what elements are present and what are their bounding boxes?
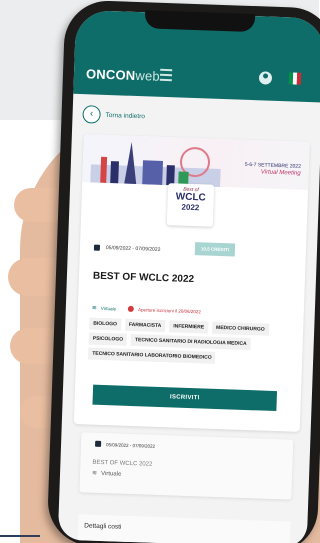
phone-screen: ONCONweb ‹ Torna indietro 5-6-7 SETTEMBR… [57,9,320,543]
back-link[interactable]: ‹ Torna indietro [82,104,145,126]
decorative-line [0,535,40,537]
event-card: 5-6-7 SETTEMBRE 2022 Virtual Meeting Bes… [73,134,310,432]
summary-mode-label: Virtuale [100,470,122,478]
phone-frame: ONCONweb ‹ Torna indietro 5-6-7 SETTEMBR… [46,0,320,543]
profession-tag: TECNICO SANITARIO LABORATORIO BIOMEDICO [88,347,216,364]
profession-tag: TECNICO SANITARIO DI RADIOLOGIA MEDICA [130,333,251,351]
logo-on: ON [115,67,136,83]
summary-title: BEST OF WCLC 2022 [92,459,153,468]
profession-tag: FARMACISTA [124,318,166,333]
calendar-icon [94,440,102,447]
summary-date: 05/09/2022 - 07/09/2022 [94,440,156,449]
phone-notch [144,10,256,33]
banner-virtual: Virtual Meeting [260,169,301,177]
app-logo[interactable]: ONCONweb [86,66,160,84]
costs-label: Dettagli costi [84,522,122,531]
back-label: Torna indietro [105,111,146,120]
event-open-status: Aperture iscrizioni il 20/06/2022 [137,306,201,314]
logo-web: web [135,67,161,84]
event-meta: ≋ Virtuale Aperture iscrizioni il 20/06/… [92,303,292,320]
city-skyline-icon [90,141,221,187]
logo-onc: ONC [85,66,116,83]
event-logo-line3: 2022 [181,202,200,213]
summary-card: 05/09/2022 - 07/09/2022 BEST OF WCLC 202… [79,432,294,500]
costs-section[interactable]: Dettagli costi [77,514,291,543]
banner-dates: 5-6-7 SETTEMBRE 2022 [244,161,302,170]
credits-badge: 10,5 CREDITI [194,242,236,257]
italy-flag-icon[interactable] [288,72,302,85]
profession-tag: MEDICO CHIRURGO [211,321,269,336]
event-date-range: 05/09/2022 - 07/09/2022 [105,245,161,253]
chevron-left-icon: ‹ [82,105,101,124]
event-title: BEST OF WCLC 2022 [92,270,195,286]
profession-tag: BIOLOGO [89,317,122,331]
summary-date-range: 05/09/2022 - 07/09/2022 [106,441,156,449]
calendar-icon [93,244,101,251]
user-icon[interactable] [258,71,273,85]
alert-icon [127,305,135,313]
event-mode: Virtuale [100,305,117,311]
page-content: ‹ Torna indietro 5-6-7 SETTEMBRE 2022 Vi… [58,94,320,543]
summary-mode: ≋ Virtuale [92,470,122,478]
wifi-icon: ≋ [91,470,98,477]
wifi-icon: ≋ [91,305,97,312]
profession-tag: PSICOLOGO [88,332,128,346]
hamburger-icon[interactable] [159,68,173,82]
profession-tags: BIOLOGO FARMACISTA INFERMIERE MEDICO CHI… [88,317,293,366]
event-banner: 5-6-7 SETTEMBRE 2022 Virtual Meeting [82,134,310,191]
profession-tag: INFERMIERE [169,320,209,334]
event-logo: Best of WCLC 2022 [166,183,215,227]
enroll-button[interactable]: ISCRIVITI [92,384,278,412]
